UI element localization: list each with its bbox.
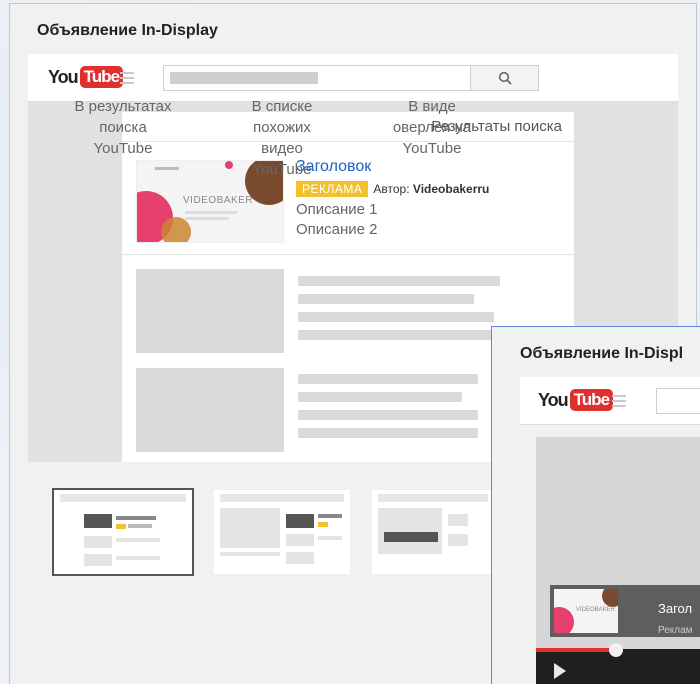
thumb-caption-line xyxy=(185,211,237,214)
logo-you-text: You xyxy=(538,389,569,410)
ad-meta: РЕКЛАМА Автор: Videobakerru xyxy=(296,181,489,197)
overlay-ad-badge: Реклам xyxy=(658,625,693,636)
overlay-ad-thumbnail[interactable]: VIDEOBAKER xyxy=(554,589,618,633)
search-input[interactable] xyxy=(163,65,471,91)
search-icon xyxy=(498,71,512,85)
placeholder-line xyxy=(298,312,494,322)
option-overlay-thumb[interactable] xyxy=(372,490,492,574)
placeholder-line xyxy=(298,374,478,384)
thumb-brand: VIDEOBAKER xyxy=(183,195,254,206)
overlay-ad-title[interactable]: Загол xyxy=(658,601,692,616)
option-overlay-label[interactable]: В виде оверлея на YouTube xyxy=(372,96,492,159)
overlay-youtube-header: You Tube xyxy=(520,377,700,425)
youtube-logo[interactable]: You Tube xyxy=(48,66,124,88)
placeholder-line xyxy=(298,330,502,340)
option-label-line: оверлея на xyxy=(392,119,472,136)
option-label-line: YouTube xyxy=(252,161,312,178)
option-search-results-label[interactable]: В результатах поиска YouTube xyxy=(52,96,194,159)
option-related-videos-thumb[interactable] xyxy=(214,490,350,574)
option-label-line: видео xyxy=(261,140,303,157)
progress-bar[interactable] xyxy=(536,648,616,652)
option-label-line: В списке xyxy=(251,98,313,115)
ad-badge: РЕКЛАМА xyxy=(296,181,369,197)
option-label-line: YouTube xyxy=(402,140,462,157)
thumb-logo xyxy=(155,167,179,170)
search-placeholder-bar xyxy=(170,72,318,84)
option-related-videos-label[interactable]: В списке похожих видео YouTube xyxy=(214,96,350,180)
youtube-header: You Tube xyxy=(28,54,678,102)
overlay-youtube-logo[interactable]: You Tube xyxy=(538,389,614,411)
option-search-results-thumb[interactable] xyxy=(52,488,194,576)
placeholder-line xyxy=(298,276,500,286)
thumb-circle xyxy=(161,217,191,242)
option-label-line: YouTube xyxy=(93,140,153,157)
option-label-line: В результатах xyxy=(74,98,172,115)
ad-author: Автор: Videobakerru xyxy=(373,182,489,196)
thumb-caption-line xyxy=(185,217,229,220)
option-label-line: поиска xyxy=(99,119,147,136)
logo-tube-text: Tube xyxy=(569,389,614,411)
placeholder-line xyxy=(298,294,474,304)
placeholder-line xyxy=(298,428,478,438)
panel-title: Объявление In-Display xyxy=(37,22,218,39)
author-name[interactable]: Videobakerru xyxy=(413,182,489,196)
option-label-line: В виде xyxy=(408,98,456,115)
play-icon[interactable] xyxy=(554,663,566,679)
placeholder-line xyxy=(298,392,462,402)
placeholder-thumb xyxy=(136,269,284,353)
option-label-line: похожих xyxy=(253,119,311,136)
menu-icon[interactable] xyxy=(120,72,134,84)
logo-you-text: You xyxy=(48,66,79,87)
ad-description-1: Описание 1 xyxy=(296,201,378,218)
author-prefix: Автор: xyxy=(373,182,410,196)
menu-icon[interactable] xyxy=(612,395,626,407)
overlay-preview-window: Объявление In-Displ You Tube VIDEOBAKER … xyxy=(491,326,700,684)
progress-handle[interactable] xyxy=(609,643,623,657)
ad-description-2: Описание 2 xyxy=(296,221,378,238)
overlay-title: Объявление In-Displ xyxy=(520,345,684,362)
overlay-search-input[interactable] xyxy=(656,388,700,414)
overlay-thumb-brand: VIDEOBAKER xyxy=(576,607,616,613)
logo-tube-text: Tube xyxy=(79,66,124,88)
placeholder-thumb xyxy=(136,368,284,452)
placeholder-line xyxy=(298,410,478,420)
search-button[interactable] xyxy=(471,65,539,91)
